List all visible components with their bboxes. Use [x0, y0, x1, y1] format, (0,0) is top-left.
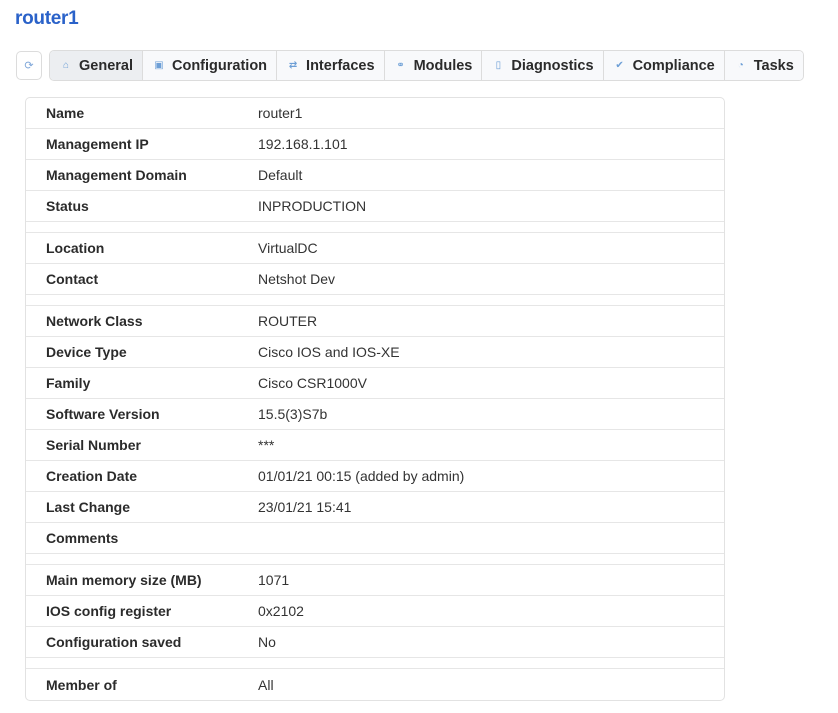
group-separator [26, 554, 724, 565]
detail-value: Default [258, 167, 303, 183]
detail-value: INPRODUCTION [258, 198, 367, 214]
check-icon: ✔ [615, 60, 624, 71]
tab-label: Tasks [753, 57, 794, 74]
tab-compliance[interactable]: ✔ Compliance [603, 51, 725, 80]
config-icon: ▣ [154, 60, 164, 71]
home-icon: ⌂ [62, 60, 70, 71]
refresh-icon: ⟳ [24, 60, 34, 72]
detail-row: Device Type Cisco IOS and IOS-XE [26, 337, 724, 368]
detail-value: 23/01/21 15:41 [258, 499, 352, 515]
detail-label: Member of [46, 676, 117, 693]
tab-modules[interactable]: ⚭ Modules [384, 51, 483, 80]
detail-row: Last Change 23/01/21 15:41 [26, 492, 724, 523]
detail-label: Contact [46, 271, 99, 287]
detail-row: Network Class ROUTER [26, 306, 724, 337]
detail-row: Comments [26, 523, 724, 554]
clock-icon: ◔ [737, 60, 744, 71]
tab-label: General [79, 57, 133, 74]
detail-row: Name router1 [26, 98, 724, 129]
device-details-table: Name router1 Management IP 192.168.1.101 Man… [25, 97, 725, 701]
detail-label: Name [46, 105, 85, 121]
tab-interfaces[interactable]: ⇄ Interfaces [277, 51, 385, 80]
detail-value: 0x2102 [258, 603, 304, 619]
tab-configuration[interactable]: ▣ Configuration [143, 51, 278, 80]
link-icon: ⚭ [396, 60, 405, 71]
tab-label: Modules [413, 57, 473, 74]
detail-value: Cisco IOS and IOS-XE [258, 344, 400, 360]
detail-label: IOS config register [46, 603, 172, 619]
detail-row: Family Cisco CSR1000V [26, 368, 724, 399]
detail-value: 192.168.1.101 [258, 136, 348, 152]
exchange-icon: ⇄ [288, 60, 298, 71]
detail-label: Device Type [46, 344, 127, 360]
detail-label: Family [46, 375, 91, 391]
detail-label: Network Class [46, 313, 143, 329]
detail-value: No [258, 634, 276, 650]
detail-label: Serial Number [46, 437, 141, 453]
page-title: router1 [15, 8, 79, 29]
detail-label: Location [46, 240, 105, 256]
detail-label: Comments [46, 530, 119, 546]
detail-label: Configuration saved [46, 634, 182, 650]
detail-label: Creation Date [46, 468, 138, 484]
detail-label: Software Version [46, 406, 160, 422]
tab-bar: ⌂ General ▣ Configuration ⇄ Interfaces ⚭ Module… [49, 50, 804, 81]
tab-label: Compliance [632, 57, 715, 74]
detail-row: Creation Date 01/01/21 00:15 (added by ad… [26, 461, 724, 492]
detail-row: Management IP 192.168.1.101 [26, 129, 724, 160]
detail-row: Location VirtualDC [26, 233, 724, 264]
detail-row: Status INPRODUCTION [26, 191, 724, 222]
detail-value: 15.5(3)S7b [258, 406, 328, 422]
detail-label: Management IP [46, 136, 149, 152]
detail-value: 1071 [258, 572, 290, 588]
detail-row: Configuration saved No [26, 627, 724, 658]
tab-label: Diagnostics [511, 57, 594, 74]
detail-row: Main memory size (MB) 1071 [26, 565, 724, 596]
detail-row: Member of All [26, 669, 724, 700]
detail-row: Management Domain Default [26, 160, 724, 191]
detail-label: Status [46, 198, 89, 214]
detail-value: *** [258, 437, 275, 453]
tab-diagnostics[interactable]: ▯ Diagnostics [482, 51, 604, 80]
clipboard-icon: ▯ [495, 60, 502, 71]
detail-row: Software Version 15.5(3)S7b [26, 399, 724, 430]
detail-row: Contact Netshot Dev [26, 264, 724, 295]
tab-label: Configuration [172, 57, 268, 74]
detail-row: IOS config register 0x2102 [26, 596, 724, 627]
tab-label: Interfaces [306, 57, 375, 74]
detail-label: Last Change [46, 499, 131, 515]
group-separator [26, 658, 724, 669]
detail-label: Main memory size (MB) [46, 572, 202, 588]
detail-row: Serial Number *** [26, 430, 724, 461]
detail-value: ROUTER [258, 313, 318, 329]
tab-general[interactable]: ⌂ General [50, 51, 143, 80]
detail-value: Cisco CSR1000V [258, 375, 367, 391]
detail-label: Management Domain [46, 167, 187, 183]
group-separator [26, 222, 724, 233]
detail-value: router1 [258, 105, 303, 121]
group-separator [26, 295, 724, 306]
detail-value: All [258, 676, 274, 693]
detail-value: Netshot Dev [258, 271, 336, 287]
detail-value: 01/01/21 00:15 (added by admin) [258, 468, 465, 484]
refresh-button[interactable]: ⟳ [16, 51, 42, 80]
tab-tasks[interactable]: ◔ Tasks [724, 51, 803, 80]
detail-value: VirtualDC [258, 240, 318, 256]
